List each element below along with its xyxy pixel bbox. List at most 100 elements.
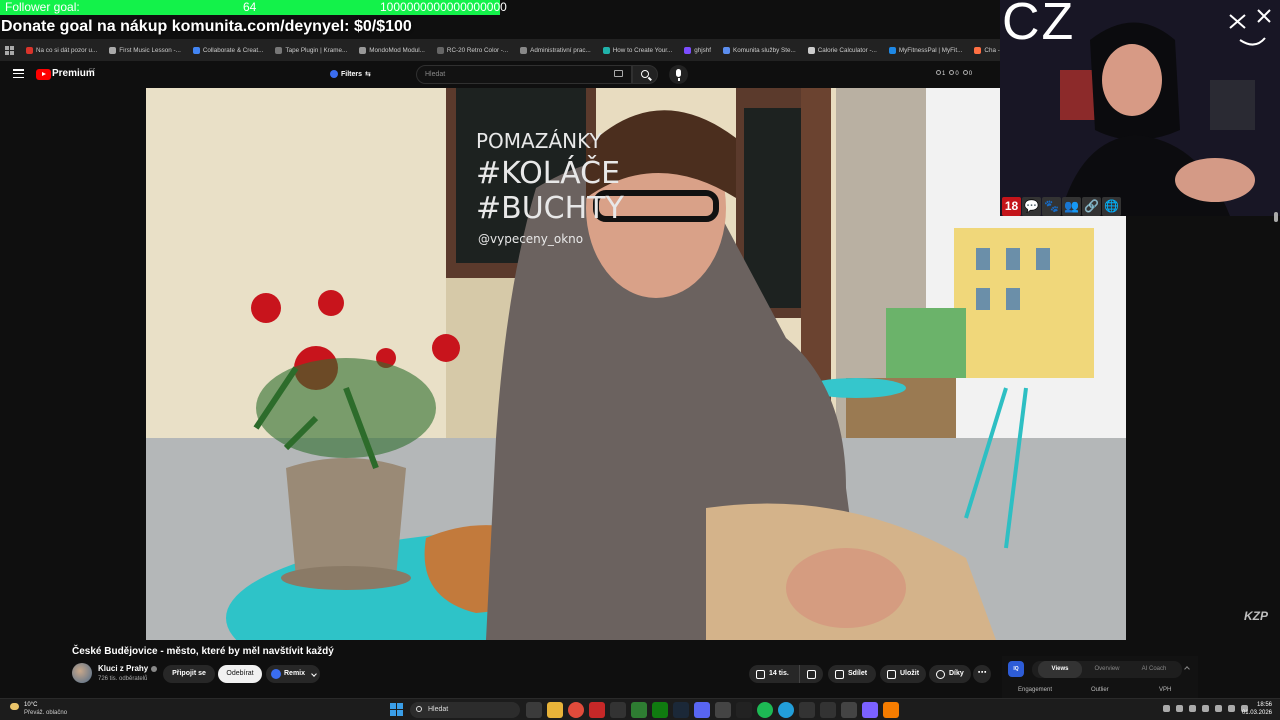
tray-chevron-icon[interactable] (1163, 705, 1170, 712)
app-red-icon[interactable] (589, 702, 605, 718)
thanks-button[interactable]: Díky (929, 665, 971, 683)
app-bolt-icon[interactable] (799, 702, 815, 718)
discord-icon[interactable] (694, 702, 710, 718)
vidiq-logo-icon[interactable]: IQ (1008, 661, 1024, 677)
metric-vph: VPH (1159, 687, 1172, 693)
like-button[interactable]: 14 tis. (749, 665, 799, 683)
language-icon[interactable] (1228, 705, 1235, 712)
volume-icon[interactable] (1202, 705, 1209, 712)
tiktok-icon[interactable] (736, 702, 752, 718)
channel-name[interactable]: Kluci z Prahy (98, 664, 158, 673)
collapse-icon[interactable] (1184, 666, 1190, 672)
steam-icon[interactable] (673, 702, 689, 718)
battery-icon[interactable] (1215, 705, 1222, 712)
emote-link-icon: 🔗 (1082, 197, 1101, 216)
bookmark-item[interactable]: Cha - Cha by Simon... (968, 46, 1000, 54)
filters-label: Filters (341, 70, 363, 78)
metric-engagement: Engagement (1018, 687, 1053, 693)
telegram-icon[interactable] (778, 702, 794, 718)
app-grid-icon[interactable] (862, 702, 878, 718)
file-explorer-icon[interactable] (547, 702, 563, 718)
menu-icon[interactable] (13, 69, 24, 78)
tab-views[interactable]: Views (1038, 661, 1082, 678)
chalkboard-line-4: @vypeceny_okno (478, 232, 583, 246)
bookmark-item[interactable]: RC-20 Retro Color -... (431, 46, 514, 54)
apps-grid-icon[interactable] (5, 45, 14, 55)
bookmark-favicon-icon (520, 46, 528, 54)
vidiq-panel: IQ Views Overview AI Coach Engagement Ou… (1002, 656, 1198, 698)
emote-globe-icon: 🌐 (1102, 197, 1121, 216)
temperature: 10°C (24, 702, 38, 708)
app-g-icon[interactable] (610, 702, 626, 718)
youtube-logo-icon[interactable] (36, 69, 51, 80)
bookmarks-bar: Na co si dát pozor u... First Music Lesso… (0, 39, 1000, 61)
follower-goal-current: 64 (243, 0, 257, 14)
subscriber-count: 726 tis. odběratelů (98, 676, 148, 682)
bookmark-favicon-icon (888, 46, 896, 54)
tray-app-icon[interactable] (1176, 705, 1183, 712)
tab-overview[interactable]: Overview (1085, 661, 1129, 678)
save-button[interactable]: Uložit (880, 665, 926, 683)
taskbar-search[interactable]: Hledat (410, 702, 520, 718)
vidiq-tabs: Views Overview AI Coach (1032, 661, 1182, 678)
chrome-icon[interactable] (568, 702, 584, 718)
wifi-icon[interactable] (1189, 705, 1196, 712)
nvidia-icon[interactable] (631, 702, 647, 718)
bookmark-item[interactable]: ghjshf (678, 46, 717, 54)
bookmark-favicon-icon (602, 46, 610, 54)
bookmark-item[interactable]: Calorie Calculator -... (802, 46, 883, 54)
keyboard-icon[interactable] (614, 70, 623, 77)
emote-18-icon: 18 (1002, 197, 1021, 216)
app-pen-icon[interactable] (715, 702, 731, 718)
share-button[interactable]: Sdílet (828, 665, 876, 683)
bookmark-favicon-icon (109, 46, 117, 54)
search-button[interactable] (632, 65, 658, 84)
like-count: 14 tis. (769, 670, 789, 677)
obs-icon[interactable] (820, 702, 836, 718)
bookmark-favicon-icon (275, 46, 283, 54)
start-button-icon[interactable] (390, 703, 403, 716)
bookmark-label: Collaborate & Creat... (202, 46, 264, 54)
region-code: CZ (89, 67, 95, 72)
tab-ai-coach[interactable]: AI Coach (1132, 661, 1176, 678)
bookmark-item[interactable]: Collaborate & Creat... (187, 46, 270, 54)
scrollbar-thumb[interactable] (1274, 212, 1278, 222)
emote-people-icon: 👥 (1062, 197, 1081, 216)
bookmark-item[interactable]: Tape Plugin | Krame... (269, 46, 353, 54)
chalkboard-line-2: #KOLÁČE (476, 154, 620, 191)
bookmark-item[interactable]: How to Create Your... (597, 46, 679, 54)
spotify-icon[interactable] (757, 702, 773, 718)
bookmark-favicon-icon (807, 46, 815, 54)
app-orange-icon[interactable] (883, 702, 899, 718)
channel-avatar[interactable] (72, 663, 92, 683)
microphone-icon[interactable] (669, 65, 688, 84)
clock[interactable]: 18:56 01.03.2026 (1238, 701, 1272, 717)
bookmark-item[interactable]: Komunita služby Ste... (717, 46, 802, 54)
bookmark-favicon-icon (436, 46, 444, 54)
bookmark-label: ghjshf (694, 46, 712, 54)
xbox-icon[interactable] (652, 702, 668, 718)
filters-button[interactable]: Filters ⇆ (326, 66, 377, 82)
sliders-icon: ⇆ (365, 71, 371, 78)
bookmark-favicon-icon (192, 46, 200, 54)
search-input[interactable]: Hledat (416, 65, 632, 84)
dislike-button[interactable] (799, 665, 823, 683)
bookmark-item[interactable]: MondoMod Modul... (353, 46, 431, 54)
filters-icon (330, 70, 338, 78)
more-options-button[interactable]: ⋯ (973, 665, 991, 683)
share-label: Sdílet (848, 670, 868, 677)
bookmark-label: Calorie Calculator -... (817, 46, 877, 54)
subscribe-button[interactable]: Odebírat (218, 665, 262, 683)
bookmark-item[interactable]: Na co si dát pozor u... (20, 46, 103, 54)
bookmark-item[interactable]: MyFitnessPal | MyFit... (883, 46, 969, 54)
remix-button[interactable]: Remix (266, 665, 320, 683)
bookmark-item[interactable]: First Music Lesson -... (103, 46, 187, 54)
join-button[interactable]: Připojit se (163, 665, 215, 683)
bookmark-item[interactable]: Administrativní prac... (514, 46, 597, 54)
search-icon (416, 706, 422, 712)
bookmark-favicon-icon (974, 46, 982, 54)
video-player[interactable]: POMAZÁNKY #KOLÁČE #BUCHTY @vypeceny_okno (146, 88, 1126, 640)
youtube-header: Premium CZ Filters ⇆ Hledat 1 0 0 (0, 61, 1000, 88)
task-view-icon[interactable] (526, 702, 542, 718)
app-tool-icon[interactable] (841, 702, 857, 718)
